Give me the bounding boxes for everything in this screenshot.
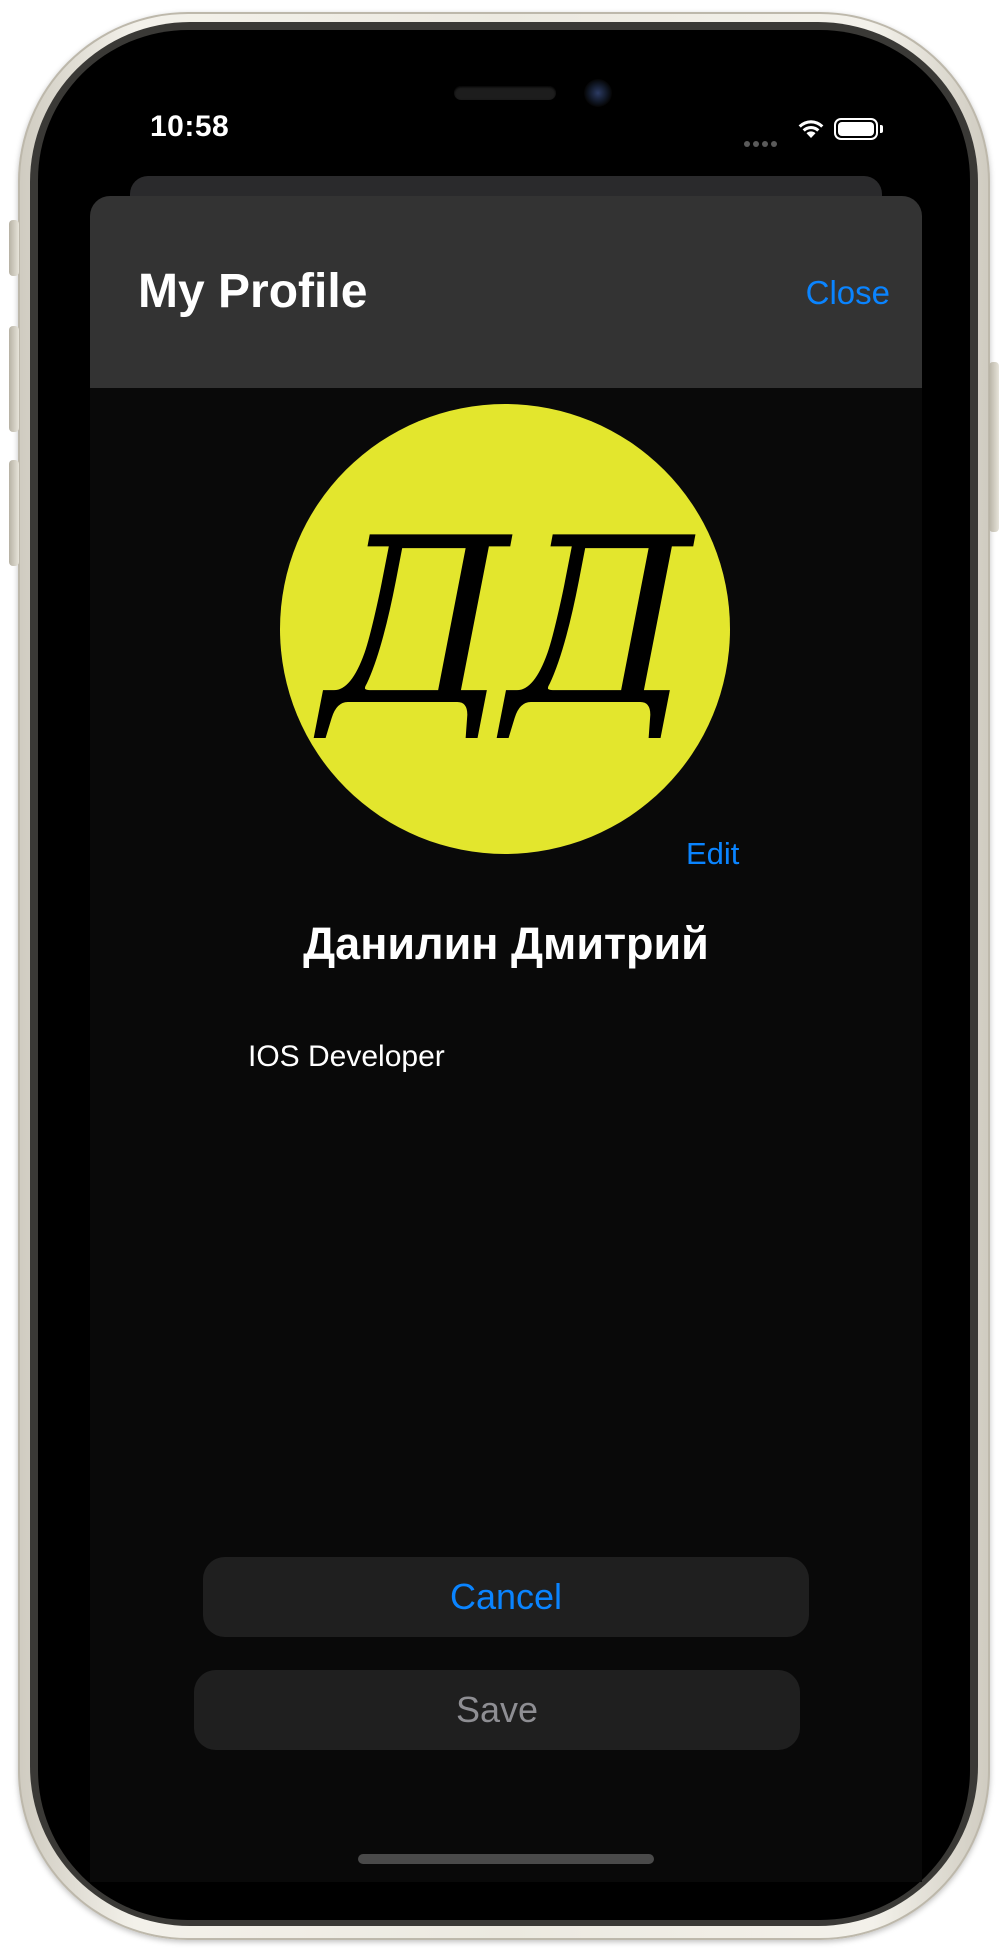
page-title: My Profile (138, 265, 368, 318)
cancel-button[interactable]: Cancel (203, 1557, 809, 1637)
cellular-signal-icon (744, 134, 780, 152)
avatar[interactable]: ДД (280, 404, 730, 854)
profile-bio: IOS Developer (248, 1040, 445, 1073)
front-camera (584, 79, 612, 107)
navigation-bar: My Profile Close (90, 196, 922, 388)
device-stage: 10:58 My Profile Close ДД Edit Данилин Д… (0, 0, 1008, 1952)
profile-name: Данилин Дмитрий (303, 918, 709, 969)
volume-down-button (9, 460, 19, 566)
earpiece-speaker (454, 86, 556, 100)
volume-up-button (9, 326, 19, 432)
battery-icon (834, 118, 878, 140)
profile-sheet: My Profile Close ДД Edit Данилин Дмитрий… (90, 196, 922, 1882)
avatar-initials: ДД (322, 490, 692, 757)
save-button[interactable]: Save (194, 1670, 800, 1750)
silent-switch (9, 220, 19, 276)
battery-cap (880, 125, 883, 133)
status-indicators (744, 116, 884, 147)
wifi-icon (798, 120, 824, 138)
home-indicator[interactable] (358, 1854, 654, 1864)
power-button (989, 362, 999, 532)
status-time: 10:58 (150, 110, 230, 143)
edit-avatar-button[interactable]: Edit (686, 836, 739, 872)
close-button[interactable]: Close (806, 274, 890, 312)
